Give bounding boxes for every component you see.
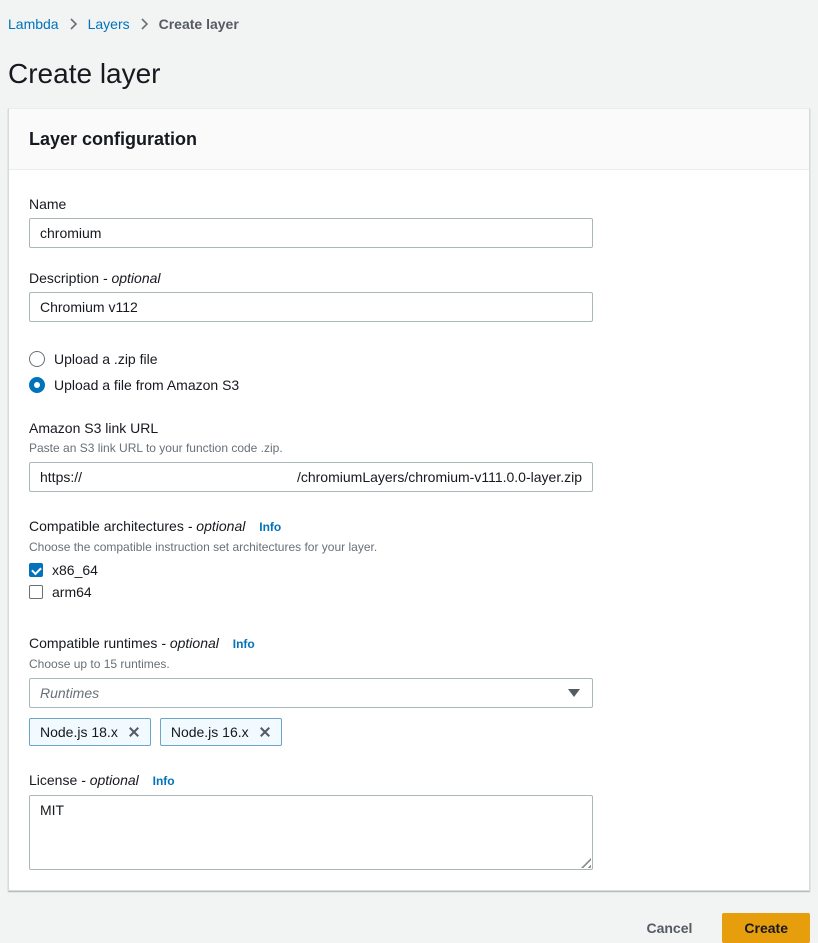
architectures-helper: Choose the compatible instruction set ar… bbox=[29, 539, 789, 555]
runtime-token-row: Node.js 18.x Node.js 16.x bbox=[29, 718, 789, 746]
radio-unselected-icon[interactable] bbox=[29, 351, 45, 367]
license-optional-text: - optional bbox=[81, 772, 139, 788]
resize-grip-icon[interactable] bbox=[581, 858, 591, 868]
runtimes-label-text: Compatible runtimes bbox=[29, 635, 157, 651]
breadcrumb-current: Create layer bbox=[159, 14, 239, 34]
name-input[interactable]: chromium bbox=[29, 218, 593, 248]
architectures-optional-text: - optional bbox=[188, 518, 246, 534]
caret-down-icon bbox=[568, 689, 580, 697]
runtimes-info-link[interactable]: Info bbox=[233, 637, 255, 651]
panel-body: Name chromium Description - optional Chr… bbox=[9, 170, 809, 890]
runtime-token-label: Node.js 18.x bbox=[40, 724, 118, 740]
layer-configuration-panel: Layer configuration Name chromium Descri… bbox=[8, 108, 810, 891]
breadcrumb-layers-link[interactable]: Layers bbox=[88, 14, 130, 34]
name-input-value: chromium bbox=[40, 225, 101, 241]
runtimes-label: Compatible runtimes - optional Info bbox=[29, 633, 789, 654]
runtimes-optional-text: - optional bbox=[161, 635, 219, 651]
s3-url-label: Amazon S3 link URL bbox=[29, 418, 789, 438]
license-info-link[interactable]: Info bbox=[153, 774, 175, 788]
name-label: Name bbox=[29, 194, 789, 214]
cancel-button[interactable]: Cancel bbox=[646, 920, 692, 936]
architectures-field-group: Compatible architectures - optional Info… bbox=[29, 516, 789, 603]
checkbox-arm64-label: arm64 bbox=[52, 584, 92, 600]
radio-upload-zip[interactable]: Upload a .zip file bbox=[29, 348, 789, 370]
checkbox-x86-64-label: x86_64 bbox=[52, 562, 98, 578]
runtimes-helper: Choose up to 15 runtimes. bbox=[29, 656, 789, 672]
breadcrumb: Lambda Layers Create layer bbox=[8, 0, 810, 34]
s3-url-prefix: https:// bbox=[40, 469, 82, 485]
runtimes-field-group: Compatible runtimes - optional Info Choo… bbox=[29, 633, 789, 746]
chevron-right-icon bbox=[69, 18, 78, 30]
radio-upload-s3-label: Upload a file from Amazon S3 bbox=[54, 377, 239, 393]
runtime-token-nodejs18: Node.js 18.x bbox=[29, 718, 151, 746]
s3-url-helper: Paste an S3 link URL to your function co… bbox=[29, 440, 789, 456]
description-input[interactable]: Chromium v112 bbox=[29, 292, 593, 322]
create-layer-page: Lambda Layers Create layer Create layer … bbox=[0, 0, 818, 943]
license-label: License - optional Info bbox=[29, 770, 789, 791]
license-textarea[interactable]: MIT bbox=[29, 795, 593, 870]
architectures-label-text: Compatible architectures bbox=[29, 518, 184, 534]
panel-header: Layer configuration bbox=[9, 109, 809, 170]
form-actions: Cancel Create bbox=[8, 913, 810, 943]
architectures-label: Compatible architectures - optional Info bbox=[29, 516, 789, 537]
s3-url-field-group: Amazon S3 link URL Paste an S3 link URL … bbox=[29, 418, 789, 492]
description-label: Description - optional bbox=[29, 268, 789, 288]
radio-upload-s3[interactable]: Upload a file from Amazon S3 bbox=[29, 374, 789, 396]
panel-title: Layer configuration bbox=[29, 128, 789, 150]
page-title: Create layer bbox=[8, 56, 810, 92]
checkbox-unchecked-icon[interactable] bbox=[29, 585, 43, 599]
license-textarea-value: MIT bbox=[40, 802, 64, 818]
license-label-text: License bbox=[29, 772, 77, 788]
architectures-checkbox-group: x86_64 arm64 bbox=[29, 559, 789, 603]
description-input-value: Chromium v112 bbox=[40, 299, 138, 315]
upload-source-radio-group: Upload a .zip file Upload a file from Am… bbox=[29, 348, 789, 396]
license-field-group: License - optional Info MIT bbox=[29, 770, 789, 870]
description-field-group: Description - optional Chromium v112 bbox=[29, 268, 789, 322]
create-button[interactable]: Create bbox=[722, 913, 810, 943]
breadcrumb-lambda-link[interactable]: Lambda bbox=[8, 14, 59, 34]
runtimes-select-placeholder: Runtimes bbox=[40, 685, 99, 701]
runtimes-select[interactable]: Runtimes bbox=[29, 678, 593, 708]
runtime-token-nodejs16: Node.js 16.x bbox=[160, 718, 282, 746]
remove-token-icon[interactable] bbox=[128, 726, 140, 738]
description-optional-text: - optional bbox=[103, 270, 161, 286]
radio-selected-icon[interactable] bbox=[29, 377, 45, 393]
runtime-token-label: Node.js 16.x bbox=[171, 724, 249, 740]
remove-token-icon[interactable] bbox=[259, 726, 271, 738]
chevron-right-icon bbox=[140, 18, 149, 30]
checkbox-x86-64[interactable]: x86_64 bbox=[29, 559, 789, 581]
description-label-text: Description bbox=[29, 270, 99, 286]
s3-url-suffix: /chromiumLayers/chromium-v111.0.0-layer.… bbox=[297, 469, 582, 485]
name-field-group: Name chromium bbox=[29, 194, 789, 248]
radio-upload-zip-label: Upload a .zip file bbox=[54, 351, 158, 367]
architectures-info-link[interactable]: Info bbox=[259, 520, 281, 534]
checkbox-checked-icon[interactable] bbox=[29, 563, 43, 577]
checkbox-arm64[interactable]: arm64 bbox=[29, 581, 789, 603]
s3-url-input[interactable]: https:// /chromiumLayers/chromium-v111.0… bbox=[29, 462, 593, 492]
